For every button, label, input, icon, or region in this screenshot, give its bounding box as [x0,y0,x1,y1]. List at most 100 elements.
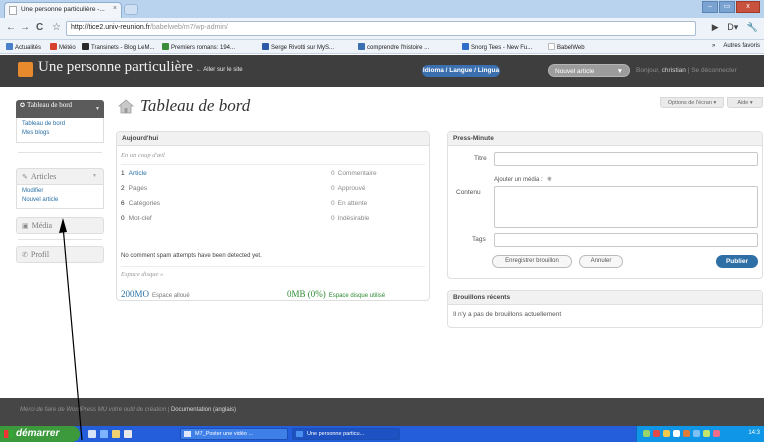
logout-link[interactable]: Se déconnecter [691,67,737,74]
stat-count: 0 [331,185,335,192]
bookmark-item[interactable]: BabelWeb [548,43,585,51]
bookmark-item[interactable]: Snorg Tees - New Fu... [462,43,532,51]
cancel-button[interactable]: Annuler [579,255,623,268]
sidebar-item-media[interactable]: ▣ Média [16,217,104,234]
bookmark-label: Serge Rivotti sur MyS... [271,45,335,51]
new-article-label: Nouvel article [555,68,595,75]
help-button[interactable]: Aide ▾ [727,97,763,108]
bookmark-icon [462,43,469,50]
stat-approved[interactable]: 0 Approuvé [331,185,365,192]
wrench-icon[interactable]: 🔧 [747,22,758,32]
stat-categories[interactable]: 6 Catégories [121,200,160,207]
taskbar-item-browser[interactable]: Une personne particu... [292,428,400,440]
tab-close-icon[interactable]: × [113,5,117,12]
sidebar-item-profile[interactable]: ✆ Profil [16,246,104,263]
site-title[interactable]: Une personne particulière ← Aller sur le … [38,59,243,76]
chevron-down-icon[interactable]: ▼ [95,106,100,113]
disk-allocated-value: 200MO [121,289,150,299]
maximize-button[interactable]: ▭ [719,1,735,13]
sidebar-item-articles[interactable]: ✎ Articles ▼ [16,168,104,185]
quicklaunch-folder-icon[interactable] [112,430,120,438]
content-label: Contenu [456,189,481,196]
quicklaunch-app-icon[interactable] [124,430,132,438]
page-menu-icon[interactable]: ▶ [712,22,719,32]
wp-admin-header: Une personne particulière ← Aller sur le … [0,55,764,87]
stat-comments[interactable]: 0 Commentaire [331,170,377,177]
tray-notification-icon[interactable] [663,430,670,437]
browser-tab-active[interactable]: Une personne particulière -... × [4,2,122,18]
stat-tags[interactable]: 0 Mot-clef [121,215,152,222]
taskbar-item-word[interactable]: M7_Poster une vidéo ... [180,428,288,440]
bookmark-label: Actualités [15,45,42,51]
tab-title: Une personne particulière -... [21,6,105,13]
submenu-new-article[interactable]: Nouvel article [22,196,98,205]
bookmark-item[interactable]: Transinets - Blog LeM... [82,43,154,51]
bookmark-icon [50,43,57,50]
windows-taskbar: démarrer M7_Poster une vidéo ... Une per… [0,426,764,442]
tray-security-icon[interactable] [703,430,710,437]
quicklaunch-desktop-icon[interactable] [88,430,96,438]
chevron-down-icon[interactable]: ▼ [92,174,97,179]
address-bar[interactable]: http://tice2.univ-reunion.fr/babelweb/m7… [66,21,696,36]
submenu-edit[interactable]: Modifier [22,187,98,196]
save-draft-button[interactable]: Enregistrer brouillon [492,255,572,268]
tray-antivirus-icon[interactable] [653,430,660,437]
bookmark-star-icon[interactable]: ☆ [52,22,61,33]
stat-spam[interactable]: 0 Indésirable [331,215,369,222]
submenu-dashboard[interactable]: Tableau de bord [22,120,98,129]
document-menu-icon[interactable]: D▾ [727,22,738,32]
documentation-link[interactable]: Documentation (anglais) [171,407,236,413]
new-tab-button[interactable] [124,4,138,15]
disk-space-link[interactable]: Espace disque » [121,271,163,278]
separator: | [687,67,690,74]
other-bookmarks-label: Autres favoris [723,43,760,49]
bookmark-icon [548,43,555,50]
add-media-icon[interactable]: ❋ [547,177,552,183]
stat-pages[interactable]: 2 Pages [121,185,147,192]
content-textarea[interactable] [494,186,758,228]
visit-site-link[interactable]: ← Aller sur le site [196,67,243,73]
title-input[interactable] [494,152,758,166]
stat-articles[interactable]: 1 Article [121,170,147,177]
new-article-button[interactable]: Nouvel article ▼ [548,64,630,77]
tray-update-icon[interactable] [683,430,690,437]
tray-messenger-icon[interactable] [713,430,720,437]
stat-label: Commentaire [337,170,377,177]
start-button[interactable]: démarrer [0,426,80,442]
stat-label: Mot-clef [128,215,152,222]
submenu-my-blogs[interactable]: Mes blogs [22,129,98,138]
disk-allocated-label: Espace alloué [152,293,190,299]
username-link[interactable]: christian [662,67,686,74]
tray-network-icon[interactable] [643,430,650,437]
tray-volume-icon[interactable] [693,430,700,437]
close-window-button[interactable]: x [736,1,760,13]
minimize-button[interactable]: – [702,1,718,13]
chevron-down-icon[interactable]: ▼ [617,65,623,78]
publish-button[interactable]: Publier [716,255,758,268]
back-button[interactable]: ← [6,22,16,33]
bookmark-item[interactable]: Météo [50,43,76,51]
sidebar-item-dashboard[interactable]: ✪ Tableau de bord ▼ [16,100,104,118]
stat-label: Article [128,170,147,177]
window-controls: – ▭ x [701,1,760,14]
reload-button[interactable]: C [36,22,43,33]
screen-options-button[interactable]: Options de l'écran ▾ [660,97,724,108]
quicklaunch-ie-icon[interactable] [100,430,108,438]
bookmark-item[interactable]: comprendre l'histoire ... [358,43,429,51]
forward-button[interactable]: → [20,22,30,33]
tags-input[interactable] [494,233,758,247]
stat-pending[interactable]: 0 En attente [331,200,367,207]
tags-label: Tags [472,236,486,243]
page-title: Tableau de bord [140,96,251,115]
tray-app-icon[interactable] [673,430,680,437]
media-icon: ▣ [22,222,29,230]
bookmark-item[interactable]: Premiers romans: 194... [162,43,235,51]
howdy-text: Bonjour, [636,67,660,74]
bookmarks-more-icon[interactable]: » [712,43,715,49]
bookmark-item[interactable]: Serge Rivotti sur MyS... [262,43,334,51]
disk-allocated: 200MO Espace alloué [121,289,190,299]
other-bookmarks[interactable]: » Autres favoris [712,43,760,49]
language-switcher[interactable]: Idioma / Langue / Lingua [422,65,500,77]
bookmark-item[interactable]: Actualités [6,43,41,51]
title-label: Titre [474,155,487,162]
